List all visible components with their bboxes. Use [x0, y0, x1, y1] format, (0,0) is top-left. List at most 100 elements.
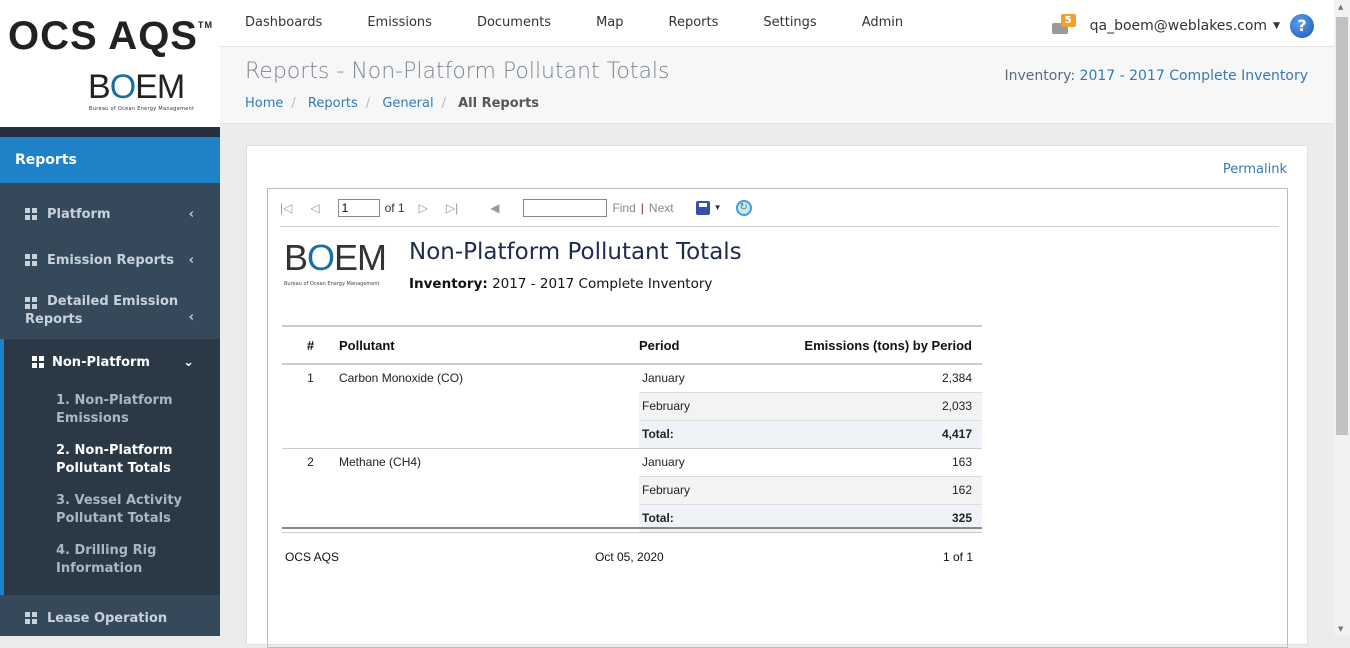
emissions-value: 163	[951, 455, 972, 469]
footer-date: Oct 05, 2020	[595, 550, 664, 564]
nav-admin[interactable]: Admin	[862, 15, 903, 30]
sidebar-item-platform[interactable]: Platform ‹	[0, 191, 220, 237]
page-scrollbar[interactable]: ▲ ▼	[1334, 0, 1350, 636]
sidebar-item-detailed-emission-reports[interactable]: Detailed Emission Reports ‹	[0, 283, 220, 339]
report-inventory: Inventory: 2017 - 2017 Complete Inventor…	[409, 276, 712, 292]
row-num: 2	[282, 448, 339, 533]
sidebar-subitem-non-platform-pollutant-totals[interactable]: 2. Non-Platform Pollutant Totals	[56, 435, 220, 485]
report-card: Permalink |◁ ◁ of 1 ▷ ▷| ◀ Find | Next ▼…	[246, 145, 1308, 648]
sidebar-item-label: Platform	[47, 206, 111, 222]
report-title: Non-Platform Pollutant Totals	[409, 239, 742, 265]
period: February	[639, 391, 759, 420]
grid-icon	[25, 297, 37, 309]
grid-icon	[32, 356, 44, 368]
table-row: 1 Carbon Monoxide (CO) January 2,384	[282, 364, 982, 449]
help-icon[interactable]: ?	[1290, 14, 1314, 38]
pollutant-name: Carbon Monoxide (CO)	[339, 364, 639, 449]
sidebar-item-label: Emission Reports	[47, 252, 174, 268]
scroll-up-icon[interactable]: ▲	[1338, 3, 1343, 11]
sidebar-item-lease-operation[interactable]: Lease Operation	[0, 595, 220, 641]
sidebar-group-non-platform: Non-Platform ⌄ 1. Non-Platform Emissions …	[0, 339, 220, 595]
sidebar-section-reports[interactable]: Reports	[0, 137, 220, 183]
next-page-icon[interactable]: ▷	[419, 201, 428, 215]
last-page-icon[interactable]: ▷|	[446, 201, 458, 215]
sidebar-item-label: Lease Operation	[47, 610, 168, 626]
app-logo[interactable]: OCS AQSTM BOEM Bureau of Ocean Energy Ma…	[0, 0, 220, 127]
nav-emissions[interactable]: Emissions	[367, 15, 432, 30]
trademark: TM	[198, 20, 213, 30]
emissions-value: 162	[759, 475, 982, 504]
sidebar-subitem-non-platform-emissions[interactable]: 1. Non-Platform Emissions	[56, 385, 220, 435]
sidebar-subitem-vessel-activity[interactable]: 3. Vessel Activity Pollutant Totals	[56, 485, 220, 535]
nav-dashboards[interactable]: Dashboards	[245, 15, 322, 30]
back-icon[interactable]: ◀	[490, 201, 499, 215]
sidebar-item-non-platform[interactable]: Non-Platform ⌄	[4, 339, 220, 385]
refresh-icon[interactable]: ↻	[735, 199, 752, 216]
mail-icon[interactable]: 5	[1051, 13, 1076, 34]
chevron-left-icon: ‹	[188, 206, 194, 222]
period: February	[639, 475, 759, 504]
nav-settings[interactable]: Settings	[763, 15, 816, 30]
nav-documents[interactable]: Documents	[477, 15, 551, 30]
period: January	[642, 371, 685, 386]
total-label: Total:	[639, 419, 759, 449]
inventory-link[interactable]: 2017 - 2017 Complete Inventory	[1080, 68, 1308, 84]
divider	[282, 527, 982, 529]
col-header-pollutant: Pollutant	[339, 325, 639, 365]
breadcrumb-general[interactable]: General	[382, 96, 433, 111]
sidebar-subitem-drilling-rig[interactable]: 4. Drilling Rig Information	[56, 535, 220, 585]
separator: |	[640, 200, 644, 215]
app-logo-text: OCS AQSTM	[8, 14, 213, 59]
breadcrumb-home[interactable]: Home	[245, 96, 283, 111]
col-header-period: Period	[639, 325, 759, 365]
sidebar: OCS AQSTM BOEM Bureau of Ocean Energy Ma…	[0, 0, 220, 636]
inventory-value: 2017 - 2017 Complete Inventory	[492, 276, 713, 292]
scroll-down-icon[interactable]: ▼	[1338, 625, 1343, 633]
caret-down-icon[interactable]: ▼	[1273, 21, 1280, 31]
table-row: 2 Methane (CH4) January 163	[282, 448, 982, 533]
first-page-icon[interactable]: |◁	[280, 201, 292, 215]
breadcrumb-current: All Reports	[458, 96, 540, 111]
grid-icon	[25, 254, 37, 266]
footer-page: 1 of 1	[942, 550, 973, 564]
mail-count-badge: 5	[1060, 13, 1076, 27]
col-header-num: #	[282, 325, 339, 365]
inventory-indicator: Inventory: 2017 - 2017 Complete Inventor…	[1005, 68, 1308, 84]
inventory-label: Inventory:	[409, 276, 488, 292]
pollutant-name: Methane (CH4)	[339, 448, 639, 533]
export-save-icon[interactable]	[695, 200, 710, 215]
find-input[interactable]	[523, 198, 608, 217]
permalink[interactable]: Permalink	[1223, 162, 1287, 177]
sidebar-item-emission-reports[interactable]: Emission Reports ‹	[0, 237, 220, 283]
scrollbar-thumb[interactable]	[1336, 17, 1348, 435]
total-value: 4,417	[759, 419, 982, 449]
nav-reports[interactable]: Reports	[669, 15, 719, 30]
chevron-down-icon: ⌄	[183, 354, 194, 370]
find-link[interactable]: Find	[612, 201, 635, 215]
breadcrumb: Home / Reports / General / All Reports	[245, 96, 540, 111]
user-menu[interactable]: qa_boem@weblakes.com	[1090, 18, 1267, 34]
emissions-value: 2,033	[759, 391, 982, 420]
emissions-value: 2,384	[941, 371, 972, 386]
chevron-left-icon: ‹	[188, 252, 194, 268]
app-name: OCS AQS	[8, 14, 198, 58]
caret-down-icon[interactable]: ▼	[714, 203, 722, 212]
prev-page-icon[interactable]: ◁	[310, 201, 319, 215]
footer-app: OCS AQS	[285, 550, 340, 564]
page-count: of 1	[384, 200, 405, 215]
report-boem-logo: BOEM Bureau of Ocean Energy Management	[284, 237, 387, 287]
breadcrumb-reports[interactable]: Reports	[308, 96, 358, 111]
grid-icon	[25, 612, 37, 624]
period: January	[642, 455, 685, 469]
page-number-input[interactable]	[337, 198, 380, 217]
page-header: Reports - Non-Platform Pollutant Totals …	[220, 47, 1334, 124]
chevron-left-icon: ‹	[188, 310, 194, 325]
table-header: # Pollutant Period Emissions (tons) by P…	[282, 325, 982, 365]
next-link[interactable]: Next	[649, 201, 674, 215]
viewer-toolbar: |◁ ◁ of 1 ▷ ▷| ◀ Find | Next ▼ ↻	[280, 189, 1279, 227]
divider	[0, 127, 220, 137]
sidebar-item-label: Non-Platform	[52, 354, 150, 370]
nav-map[interactable]: Map	[596, 15, 623, 30]
boem-logo-subtitle: Bureau of Ocean Energy Management	[89, 106, 195, 112]
row-num: 1	[282, 364, 339, 449]
